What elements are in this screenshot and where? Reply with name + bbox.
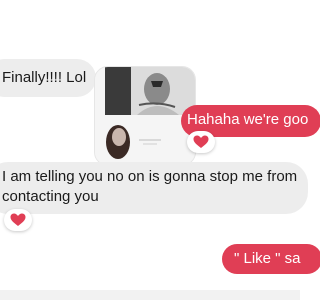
heart-icon [193, 135, 209, 148]
message-text: " Like " sa [234, 250, 301, 267]
top-blank-area [0, 0, 300, 20]
message-bubble-incoming[interactable]: Finally!!!! Lol [0, 59, 96, 97]
reaction-heart[interactable] [4, 209, 32, 231]
message-text: Hahaha we're goo [187, 111, 309, 128]
heart-icon [10, 213, 26, 226]
message-text: I am telling you no on is gonna stop me … [2, 168, 298, 205]
message-text: Finally!!!! Lol [2, 69, 87, 86]
message-bubble-outgoing[interactable]: " Like " sa [222, 244, 320, 274]
bottom-divider [0, 290, 300, 300]
message-bubble-incoming[interactable]: I am telling you no on is gonna stop me … [0, 162, 308, 214]
photo-image [95, 67, 195, 165]
reaction-heart[interactable] [187, 131, 215, 153]
